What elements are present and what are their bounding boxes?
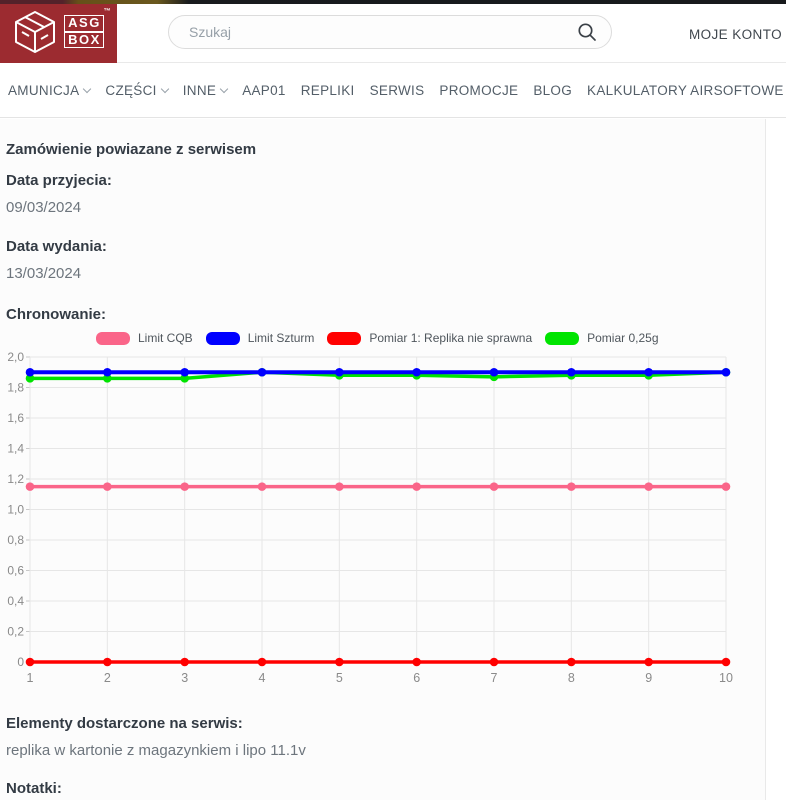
- logo-wordmark: ASG BOX ™: [64, 15, 104, 48]
- nav-item-cz-ci[interactable]: CZĘŚCI: [105, 83, 167, 98]
- legend-item: Limit CQB: [96, 331, 193, 345]
- nav-item-label: INNE: [183, 83, 216, 98]
- nav-item-amunicja[interactable]: AMUNICJA: [8, 83, 90, 98]
- svg-text:4: 4: [259, 671, 266, 685]
- service-order-content: Zamówienie powiazane z serwisem Data prz…: [0, 119, 766, 800]
- date-received-label: Data przyjecia:: [6, 172, 112, 189]
- nav-item-kalkulatory-airsoftowe[interactable]: KALKULATORY AIRSOFTOWE: [587, 83, 786, 98]
- svg-text:3: 3: [181, 671, 188, 685]
- svg-text:0,2: 0,2: [7, 625, 24, 639]
- chevron-down-icon: [83, 85, 91, 93]
- svg-text:0,8: 0,8: [7, 533, 24, 547]
- order-title: Zamówienie powiazane z serwisem: [6, 141, 256, 158]
- top-accent-strip: [0, 0, 786, 4]
- svg-text:10: 10: [719, 671, 733, 685]
- svg-text:0: 0: [17, 655, 24, 669]
- nav-item-aap01[interactable]: AAP01: [242, 83, 286, 98]
- chevron-down-icon: [220, 85, 228, 93]
- legend-label: Pomiar 1: Replika nie sprawna: [369, 331, 532, 345]
- nav-item-label: SERWIS: [370, 83, 425, 98]
- svg-text:2: 2: [104, 671, 111, 685]
- legend-swatch: [206, 332, 240, 345]
- nav-item-label: CZĘŚCI: [105, 83, 156, 98]
- svg-text:2,0: 2,0: [7, 352, 24, 364]
- svg-text:0,4: 0,4: [7, 594, 24, 608]
- legend-item: Limit Szturm: [206, 331, 315, 345]
- nav-item-label: BLOG: [533, 83, 572, 98]
- cube-logo-icon: [13, 9, 57, 55]
- notes-label: Notatki:: [6, 780, 62, 797]
- trademark-symbol: ™: [103, 8, 112, 15]
- svg-text:0,6: 0,6: [7, 564, 24, 578]
- svg-text:1: 1: [27, 671, 34, 685]
- legend-label: Limit Szturm: [248, 331, 315, 345]
- legend-swatch: [96, 332, 130, 345]
- nav-item-blog[interactable]: BLOG: [533, 83, 572, 98]
- svg-text:1,8: 1,8: [7, 381, 24, 395]
- chevron-down-icon: [160, 85, 168, 93]
- chart-legend: Limit CQB Limit Szturm Pomiar 1: Replika n…: [96, 331, 659, 345]
- search-icon: [577, 22, 597, 42]
- svg-text:8: 8: [568, 671, 575, 685]
- svg-text:1,0: 1,0: [7, 503, 24, 517]
- date-released-label: Data wydania:: [6, 238, 107, 255]
- nav-item-label: AMUNICJA: [8, 83, 79, 98]
- search-input[interactable]: [187, 23, 577, 41]
- legend-item: Pomiar 1: Replika nie sprawna: [327, 331, 532, 345]
- svg-text:1,4: 1,4: [7, 442, 24, 456]
- search-bar: [168, 15, 612, 49]
- svg-text:7: 7: [491, 671, 498, 685]
- svg-text:1,2: 1,2: [7, 472, 24, 486]
- site-logo[interactable]: ASG BOX ™: [0, 0, 117, 63]
- svg-text:6: 6: [413, 671, 420, 685]
- site-header: ASG BOX ™ MOJE KONTO: [0, 0, 786, 63]
- chronograph-chart: 0 0,2 0,4 0,6 0,8 1,0 1,2 1,4 1,6 1,8 2,0 1 2 3 4 5 6 7 8 9…: [0, 352, 756, 697]
- delivered-items-value: replika w kartonie z magazynkiem i lipo …: [6, 742, 306, 759]
- nav-item-serwis[interactable]: SERWIS: [370, 83, 425, 98]
- svg-text:9: 9: [645, 671, 652, 685]
- nav-item-promocje[interactable]: PROMOCJE: [439, 83, 518, 98]
- svg-text:1,6: 1,6: [7, 411, 24, 425]
- nav-item-label: REPLIKI: [301, 83, 355, 98]
- chronograph-label: Chronowanie:: [6, 306, 106, 323]
- delivered-items-label: Elementy dostarczone na serwis:: [6, 715, 243, 732]
- search-button[interactable]: [577, 22, 597, 42]
- legend-item: Pomiar 0,25g: [545, 331, 658, 345]
- date-received-value: 09/03/2024: [6, 199, 81, 216]
- nav-item-label: KALKULATORY AIRSOFTOWE: [587, 83, 784, 98]
- nav-item-label: AAP01: [242, 83, 286, 98]
- nav-item-repliki[interactable]: REPLIKI: [301, 83, 355, 98]
- legend-label: Limit CQB: [138, 331, 193, 345]
- nav-item-label: PROMOCJE: [439, 83, 518, 98]
- legend-swatch: [327, 332, 361, 345]
- main-nav: AMUNICJA CZĘŚCI INNE AAP01 REPLIKI SERWIS PROM…: [0, 64, 786, 118]
- nav-item-inne[interactable]: INNE: [183, 83, 227, 98]
- legend-swatch: [545, 332, 579, 345]
- my-account-link[interactable]: MOJE KONTO: [689, 27, 782, 42]
- date-released-value: 13/03/2024: [6, 265, 81, 282]
- svg-text:5: 5: [336, 671, 343, 685]
- legend-label: Pomiar 0,25g: [587, 331, 658, 345]
